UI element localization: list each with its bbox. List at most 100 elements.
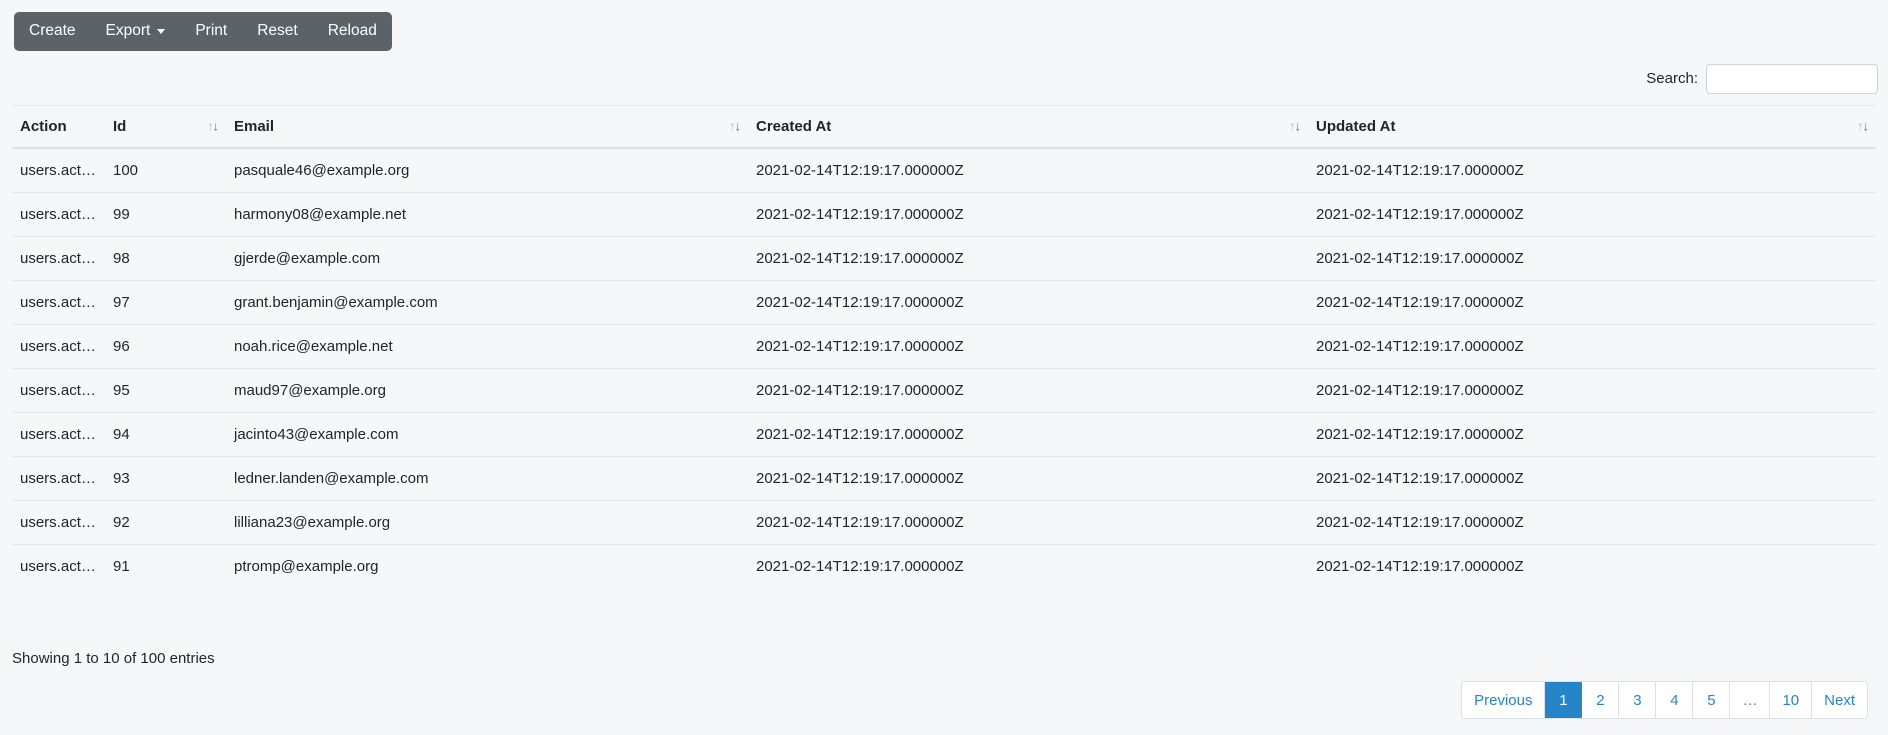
cell-updated-at: 2021-02-14T12:19:17.000000Z [1308,279,1876,324]
cell-created-at: 2021-02-14T12:19:17.000000Z [748,279,1308,324]
cell-action[interactable]: users.action [12,323,105,368]
cell-email: maud97@example.org [226,367,748,412]
cell-action[interactable]: users.action [12,543,105,588]
column-header-created-at-label: Created At [756,117,832,135]
cell-updated-at: 2021-02-14T12:19:17.000000Z [1308,455,1876,500]
table-row[interactable]: users.action 92 lilliana23@example.org 2… [12,499,1876,544]
toolbar: Create Export Print Reset Reload [0,0,1888,51]
cell-created-at: 2021-02-14T12:19:17.000000Z [748,411,1308,456]
table-row[interactable]: users.action 97 grant.benjamin@example.c… [12,279,1876,324]
pagination-ellipsis: … [1730,682,1771,718]
entries-info: Showing 1 to 10 of 100 entries [12,650,215,667]
cell-updated-at: 2021-02-14T12:19:17.000000Z [1308,499,1876,544]
table-row[interactable]: users.action 99 harmony08@example.net 20… [12,191,1876,236]
cell-email: jacinto43@example.com [226,411,748,456]
reset-button-label: Reset [257,22,298,39]
cell-id: 100 [113,161,139,179]
cell-id: 91 [105,543,226,588]
print-button-label: Print [195,22,228,39]
column-header-id-label: Id [113,117,127,135]
create-button[interactable]: Create [14,12,91,51]
print-button[interactable]: Print [180,12,242,51]
cell-created-at: 2021-02-14T12:19:17.000000Z [748,455,1308,500]
chevron-down-icon [157,29,166,35]
cell-id: 97 [105,279,226,324]
export-button-label: Export [105,22,151,39]
cell-updated-at: 2021-02-14T12:19:17.000000Z [1308,411,1876,456]
pagination-page-2[interactable]: 2 [1582,682,1620,718]
reset-button[interactable]: Reset [242,12,313,51]
pagination-page-1[interactable]: 1 [1545,682,1583,718]
column-header-email-label: Email [234,117,275,135]
cell-email: lilliana23@example.org [226,499,748,544]
table-row[interactable]: users.action 91 ptromp@example.org 2021-… [12,543,1876,588]
sort-both-icon[interactable]: ↑↓ [1857,120,1869,133]
pagination-row: Previous 1 2 3 4 5 … 10 Next [12,681,1876,719]
cell-email: gjerde@example.com [226,235,748,280]
pagination-page-3[interactable]: 3 [1619,682,1657,718]
cell-created-at: 2021-02-14T12:19:17.000000Z [756,161,964,179]
reload-button-label: Reload [327,22,377,39]
reload-button[interactable]: Reload [313,12,392,51]
cell-id: 95 [105,367,226,412]
cell-action[interactable]: users.action [12,279,105,324]
cell-created-at: 2021-02-14T12:19:17.000000Z [748,323,1308,368]
sort-both-icon[interactable]: ↑↓ [1289,120,1301,133]
table-row[interactable]: users.action 94 jacinto43@example.com 20… [12,411,1876,456]
column-header-updated-at[interactable]: Updated At ↑↓ [1308,104,1876,149]
column-header-created-at[interactable]: Created At ↑↓ [748,104,1308,149]
cell-created-at: 2021-02-14T12:19:17.000000Z [748,499,1308,544]
pagination-page-5[interactable]: 5 [1693,682,1731,718]
search-row: Search: [0,51,1888,95]
cell-created-at: 2021-02-14T12:19:17.000000Z [748,235,1308,280]
cell-email: ledner.landen@example.com [226,455,748,500]
cell-updated-at: 2021-02-14T12:19:17.000000Z [1308,367,1876,412]
cell-action[interactable]: users.action [12,191,105,236]
search-input[interactable] [1706,63,1878,94]
cell-email: grant.benjamin@example.com [226,279,748,324]
pagination-previous[interactable]: Previous [1462,682,1546,718]
column-header-email[interactable]: Email ↑↓ [226,104,748,149]
cell-created-at: 2021-02-14T12:19:17.000000Z [748,367,1308,412]
cell-action[interactable]: users.action [12,235,105,280]
table-row[interactable]: users.action 98 gjerde@example.com 2021-… [12,235,1876,280]
table-head: Action Id ↑↓ Email ↑↓ Created At ↑↓ Upda… [12,104,1876,149]
column-header-updated-at-label: Updated At [1316,117,1396,135]
cell-action[interactable]: users.action [12,499,105,544]
cell-id: 98 [105,235,226,280]
sort-both-icon[interactable]: ↑↓ [207,120,219,133]
cell-updated-at: 2021-02-14T12:19:17.000000Z [1308,543,1876,588]
table-row[interactable]: users.action 100 pasquale46@example.org … [12,148,1876,193]
cell-email: ptromp@example.org [226,543,748,588]
table-footer: Showing 1 to 10 of 100 entries Previous … [0,650,1888,719]
table-header-row: Action Id ↑↓ Email ↑↓ Created At ↑↓ Upda… [12,104,1876,149]
cell-id: 94 [105,411,226,456]
cell-action[interactable]: users.action [12,367,105,412]
column-header-action[interactable]: Action [12,104,105,149]
table-row[interactable]: users.action 93 ledner.landen@example.co… [12,455,1876,500]
sort-both-icon[interactable]: ↑↓ [729,120,741,133]
datatable-page: Create Export Print Reset Reload Search: [0,0,1888,735]
table-container: Action Id ↑↓ Email ↑↓ Created At ↑↓ Upda… [0,104,1888,588]
cell-id: 93 [105,455,226,500]
cell-action[interactable]: users.action [12,455,105,500]
table-row[interactable]: users.action 95 maud97@example.org 2021-… [12,367,1876,412]
cell-action[interactable]: users.action [12,148,105,193]
cell-id: 99 [105,191,226,236]
users-table: Action Id ↑↓ Email ↑↓ Created At ↑↓ Upda… [12,104,1876,588]
pagination-page-4[interactable]: 4 [1656,682,1694,718]
cell-action[interactable]: users.action [12,411,105,456]
table-body: users.action 100 pasquale46@example.org … [12,148,1876,588]
cell-email: pasquale46@example.org [234,161,410,179]
cell-email: harmony08@example.net [226,191,748,236]
export-dropdown-button[interactable]: Export [91,12,181,51]
pagination: Previous 1 2 3 4 5 … 10 Next [1461,681,1868,719]
pagination-page-10[interactable]: 10 [1770,682,1813,718]
column-header-id[interactable]: Id ↑↓ [105,104,226,149]
cell-id: 96 [105,323,226,368]
cell-updated-at: 2021-02-14T12:19:17.000000Z [1308,191,1876,236]
table-row[interactable]: users.action 96 noah.rice@example.net 20… [12,323,1876,368]
pagination-next[interactable]: Next [1812,682,1867,718]
column-header-action-label: Action [20,117,67,135]
cell-email: noah.rice@example.net [226,323,748,368]
